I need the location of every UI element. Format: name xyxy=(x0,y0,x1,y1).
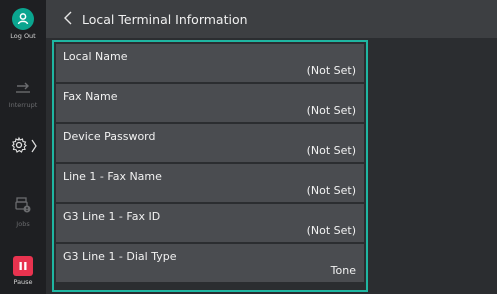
list-item-g3-line1-fax-id[interactable]: G3 Line 1 - Fax ID (Not Set) xyxy=(56,204,364,242)
interrupt-icon xyxy=(14,80,32,99)
interrupt-label: Interrupt xyxy=(8,101,38,109)
logout-icon xyxy=(12,8,34,30)
screen: Log Out Interrupt Jobs Pause Local Termi… xyxy=(0,0,497,294)
item-label: Local Name xyxy=(63,50,128,63)
list-item-local-name[interactable]: Local Name (Not Set) xyxy=(56,44,364,82)
gear-icon xyxy=(10,136,28,158)
jobs-label: Jobs xyxy=(16,220,30,228)
list-item-line1-fax-name[interactable]: Line 1 - Fax Name (Not Set) xyxy=(56,164,364,202)
item-label: G3 Line 1 - Dial Type xyxy=(63,250,177,263)
item-label: Device Password xyxy=(63,130,156,143)
page-title: Local Terminal Information xyxy=(82,11,248,27)
pause-button[interactable]: Pause xyxy=(0,256,46,286)
logout-button[interactable]: Log Out xyxy=(0,8,46,40)
item-value: (Not Set) xyxy=(306,184,356,197)
sidebar: Log Out Interrupt Jobs Pause xyxy=(0,0,46,294)
list-item-fax-name[interactable]: Fax Name (Not Set) xyxy=(56,84,364,122)
item-value: (Not Set) xyxy=(306,144,356,157)
item-value: (Not Set) xyxy=(306,64,356,77)
pause-icon xyxy=(13,256,33,276)
item-value: Tone xyxy=(330,264,356,277)
jobs-button[interactable]: Jobs xyxy=(0,196,46,228)
pause-label: Pause xyxy=(13,278,33,286)
interrupt-button[interactable]: Interrupt xyxy=(0,80,46,109)
settings-button[interactable] xyxy=(0,136,46,158)
list-item-device-password[interactable]: Device Password (Not Set) xyxy=(56,124,364,162)
chevron-left-icon xyxy=(64,10,72,29)
settings-list: Local Name (Not Set) Fax Name (Not Set) … xyxy=(52,40,368,292)
jobs-icon xyxy=(14,196,32,218)
item-value: (Not Set) xyxy=(306,104,356,117)
header: Local Terminal Information xyxy=(46,0,497,38)
item-value: (Not Set) xyxy=(306,224,356,237)
item-label: Fax Name xyxy=(63,90,118,103)
list-item-g3-line1-dial-type[interactable]: G3 Line 1 - Dial Type Tone xyxy=(56,244,364,282)
back-button[interactable] xyxy=(54,0,82,38)
logout-label: Log Out xyxy=(10,32,36,40)
item-label: Line 1 - Fax Name xyxy=(63,170,162,183)
chevron-right-icon xyxy=(31,138,37,157)
item-label: G3 Line 1 - Fax ID xyxy=(63,210,161,223)
